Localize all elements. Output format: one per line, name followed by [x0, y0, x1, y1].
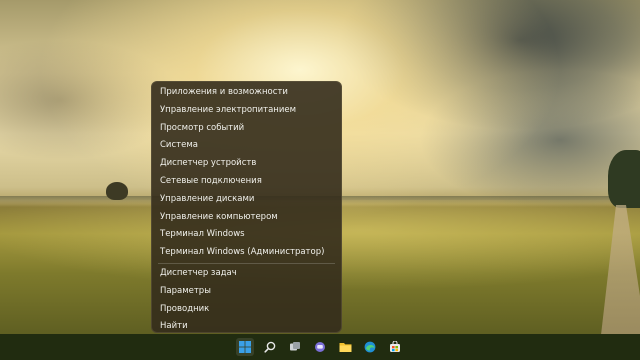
menu-item-windows-terminal-admin[interactable]: Терминал Windows (Администратор) — [152, 244, 341, 262]
menu-divider — [158, 262, 335, 264]
menu-item-windows-terminal[interactable]: Терминал Windows — [152, 226, 341, 244]
start-button[interactable] — [236, 338, 254, 356]
menu-item-settings[interactable]: Параметры — [152, 283, 341, 301]
chat-button[interactable] — [311, 338, 329, 356]
menu-item-network-connections[interactable]: Сетевые подключения — [152, 173, 341, 191]
edge-browser-icon — [364, 341, 376, 353]
wallpaper-tree-right — [608, 150, 640, 208]
wallpaper-tree — [106, 182, 128, 200]
menu-item-event-viewer[interactable]: Просмотр событий — [152, 120, 341, 138]
file-explorer-button[interactable] — [336, 338, 354, 356]
winx-context-menu: Приложения и возможности Управление элек… — [151, 81, 342, 333]
menu-item-task-manager[interactable]: Диспетчер задач — [152, 265, 341, 283]
menu-item-device-manager[interactable]: Диспетчер устройств — [152, 155, 341, 173]
file-explorer-icon — [339, 343, 351, 352]
store-icon — [390, 341, 400, 352]
menu-item-apps-features[interactable]: Приложения и возможности — [152, 84, 341, 102]
menu-item-file-explorer[interactable]: Проводник — [152, 301, 341, 319]
chat-icon — [315, 342, 325, 352]
search-icon — [264, 341, 276, 353]
edge-browser-button[interactable] — [361, 338, 379, 356]
task-view-button[interactable] — [286, 338, 304, 356]
menu-item-power-options[interactable]: Управление электропитанием — [152, 102, 341, 120]
windows-start-icon — [239, 341, 251, 353]
menu-item-disk-management[interactable]: Управление дисками — [152, 191, 341, 209]
task-view-icon — [290, 342, 300, 351]
taskbar — [0, 334, 640, 360]
taskbar-search-button[interactable] — [261, 338, 279, 356]
menu-item-system[interactable]: Система — [152, 137, 341, 155]
menu-item-computer-management[interactable]: Управление компьютером — [152, 209, 341, 227]
store-button[interactable] — [386, 338, 404, 356]
